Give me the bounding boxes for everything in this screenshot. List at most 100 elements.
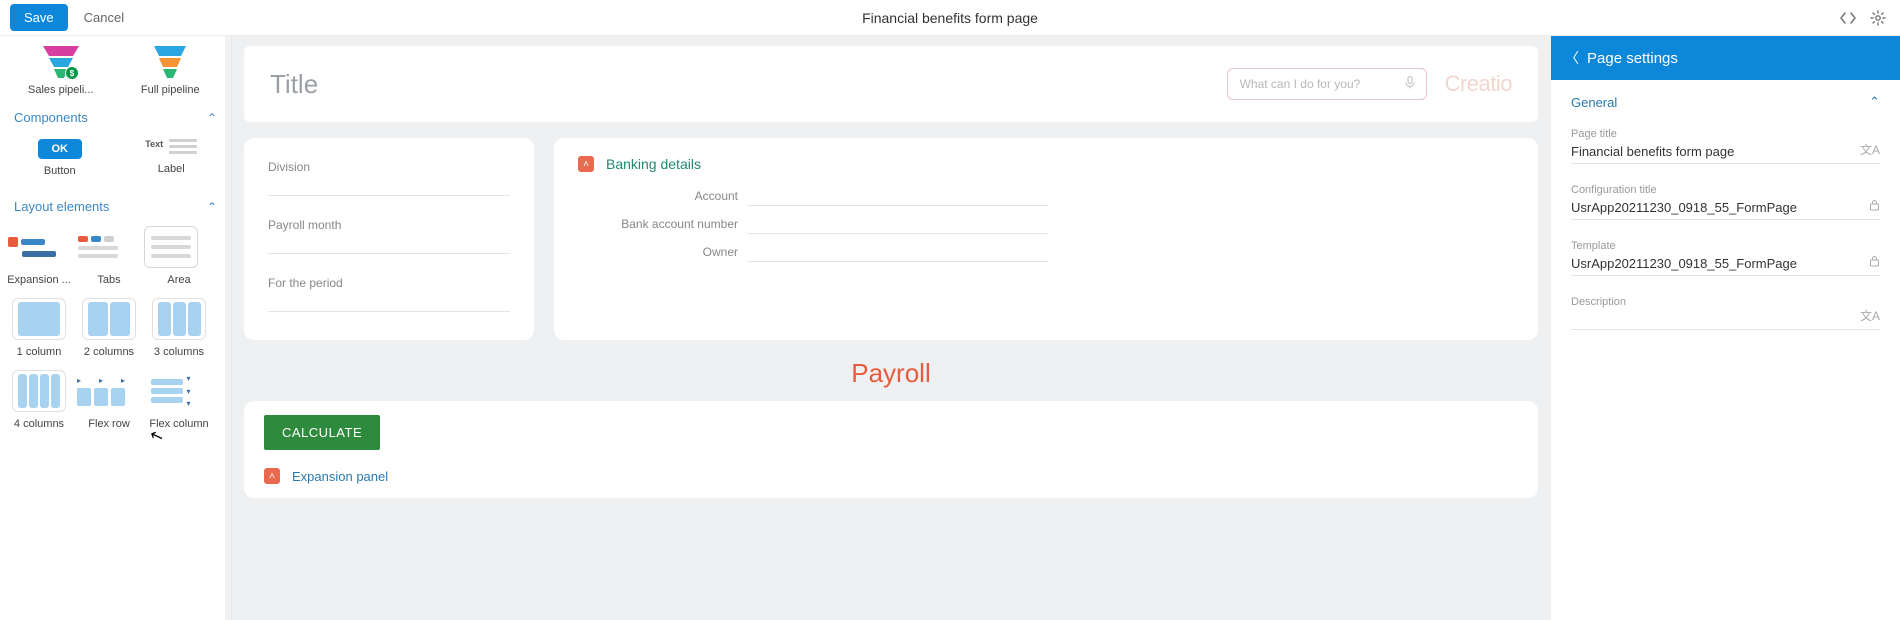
card-banking-details[interactable]: ˄ Banking details Account Bank account n… (554, 138, 1538, 340)
chevron-up-icon: ⌃ (1869, 94, 1880, 110)
top-bar: Save Cancel Financial benefits form page (0, 0, 1900, 36)
chevron-up-icon: ⌃ (207, 200, 217, 214)
layout-label: 3 columns (144, 346, 214, 358)
collapse-toggle[interactable]: ˄ (578, 156, 594, 172)
svg-text:$: $ (70, 69, 75, 78)
flex-column-icon: ▾▾▾ (144, 370, 198, 412)
title-placeholder[interactable]: Title (270, 69, 318, 100)
field-period-input[interactable] (268, 292, 510, 312)
section-label: Components (14, 110, 88, 125)
layout-3-columns[interactable]: 3 columns (144, 298, 214, 358)
four-columns-icon (12, 370, 66, 412)
search-placeholder: What can I do for you? (1240, 77, 1361, 91)
layout-label: Flex column (144, 418, 214, 430)
translate-icon[interactable]: 文A (1860, 307, 1880, 324)
cancel-button[interactable]: Cancel (84, 10, 124, 25)
field-division-input[interactable] (268, 176, 510, 196)
three-columns-icon (152, 298, 206, 340)
card-division[interactable]: Division Payroll month For the period (244, 138, 534, 340)
two-columns-icon (82, 298, 136, 340)
template-label: Template (1571, 240, 1880, 252)
description-input[interactable] (1571, 312, 1880, 330)
component-label: Button (15, 165, 105, 177)
config-title-input[interactable]: UsrApp20211230_0918_55_FormPage (1571, 200, 1880, 220)
card-payroll[interactable]: CALCULATE ˄ Expansion panel (244, 401, 1538, 498)
layout-4-columns[interactable]: 4 columns (4, 370, 74, 430)
chevron-up-icon: ⌃ (207, 111, 217, 125)
ok-button-preview: OK (38, 139, 83, 159)
layout-label: Tabs (74, 274, 144, 286)
layout-flex-row[interactable]: ▸▸▸ Flex row (74, 370, 144, 430)
component-label: Label (126, 163, 216, 175)
expansion-panel-title: Expansion panel (292, 469, 388, 484)
owner-input[interactable] (748, 242, 1048, 262)
brand-logo: Creatio (1445, 71, 1512, 97)
layout-label: Area (144, 274, 214, 286)
layout-expansion-panel[interactable]: Expansion ... (4, 226, 74, 286)
config-title-label: Configuration title (1571, 184, 1880, 196)
designer-canvas[interactable]: Title What can I do for you? Creatio Div… (232, 36, 1550, 620)
settings-section-general[interactable]: General ⌃ (1571, 94, 1880, 110)
widget-label: Sales pipeli... (21, 84, 101, 96)
field-payroll-month-input[interactable] (268, 234, 510, 254)
layout-label: 2 columns (74, 346, 144, 358)
label-preview-icon: Text (145, 139, 197, 157)
lock-icon (1869, 255, 1880, 270)
settings-panel-title: Page settings (1587, 50, 1678, 67)
gear-icon[interactable] (1866, 6, 1890, 30)
section-components[interactable]: Components ⌃ (0, 96, 231, 131)
assistant-search[interactable]: What can I do for you? (1227, 68, 1427, 100)
banking-details-title: Banking details (606, 156, 701, 172)
layout-label: 4 columns (4, 418, 74, 430)
layout-flex-column[interactable]: ▾▾▾ Flex column (144, 370, 214, 430)
collapse-toggle[interactable]: ˄ (264, 468, 280, 484)
bank-account-number-label: Bank account number (578, 217, 748, 231)
field-payroll-month-label: Payroll month (268, 218, 510, 232)
component-label[interactable]: Text Label (126, 139, 216, 177)
layout-1-column[interactable]: 1 column (4, 298, 74, 358)
account-input[interactable] (748, 186, 1048, 206)
flex-row-icon: ▸▸▸ (74, 370, 128, 412)
microphone-icon[interactable] (1404, 76, 1416, 93)
component-button[interactable]: OK Button (15, 139, 105, 177)
expansion-panel-icon (4, 226, 58, 268)
widget-label: Full pipeline (130, 84, 210, 96)
layout-label: Flex row (74, 418, 144, 430)
account-label: Account (578, 189, 748, 203)
translate-icon[interactable]: 文A (1860, 141, 1880, 158)
template-input[interactable]: UsrApp20211230_0918_55_FormPage (1571, 256, 1880, 276)
settings-panel-header[interactable]: 〈 Page settings (1551, 36, 1900, 80)
layout-label: Expansion ... (4, 274, 74, 286)
save-button[interactable]: Save (10, 4, 68, 31)
calculate-button[interactable]: CALCULATE (264, 415, 380, 450)
chevron-left-icon[interactable]: 〈 (1565, 48, 1579, 68)
bank-account-number-input[interactable] (748, 214, 1048, 234)
layout-tabs[interactable]: Tabs (74, 226, 144, 286)
field-division-label: Division (268, 160, 510, 174)
section-label: General (1571, 95, 1617, 110)
section-label: Layout elements (14, 199, 109, 214)
full-pipeline-icon (150, 44, 190, 80)
layout-label: 1 column (4, 346, 74, 358)
widget-sales-pipeline[interactable]: $ Sales pipeli... (21, 44, 101, 96)
page-title-label: Page title (1571, 128, 1880, 140)
field-period-label: For the period (268, 276, 510, 290)
layout-area[interactable]: Area (144, 226, 214, 286)
page-title: Financial benefits form page (862, 10, 1038, 26)
tabs-icon (74, 226, 128, 268)
area-icon (144, 226, 198, 268)
owner-label: Owner (578, 245, 748, 259)
payroll-heading[interactable]: Payroll (244, 358, 1538, 389)
layout-2-columns[interactable]: 2 columns (74, 298, 144, 358)
lock-icon (1869, 199, 1880, 214)
description-label: Description (1571, 296, 1880, 308)
page-title-input[interactable]: Financial benefits form page (1571, 144, 1880, 164)
one-column-icon (12, 298, 66, 340)
section-layout[interactable]: Layout elements ⌃ (0, 185, 231, 220)
hero-area[interactable]: Title What can I do for you? Creatio (244, 46, 1538, 122)
sales-pipeline-icon: $ (41, 44, 81, 80)
widget-full-pipeline[interactable]: Full pipeline (130, 44, 210, 96)
designer-sidebar: $ Sales pipeli... Full pipeline Componen… (0, 36, 232, 620)
code-icon[interactable] (1836, 6, 1860, 30)
settings-panel: 〈 Page settings General ⌃ Page title Fin… (1550, 36, 1900, 620)
